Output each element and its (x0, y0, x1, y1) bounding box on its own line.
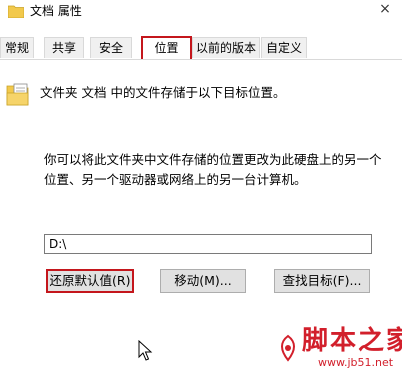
target-path-input[interactable] (44, 234, 372, 254)
location-info-text: 文件夹 文档 中的文件存储于以下目标位置。 (40, 85, 286, 100)
restore-default-button[interactable]: 还原默认值(R) (46, 269, 134, 293)
tab-previous-versions[interactable]: 以前的版本 (192, 37, 260, 58)
watermark-url: www.jb51.net (318, 356, 394, 369)
window-title: 文档 属性 (30, 4, 82, 18)
close-icon[interactable]: × (376, 0, 394, 18)
tab-general[interactable]: 常规 (0, 37, 34, 58)
tab-customize[interactable]: 自定义 (261, 37, 307, 58)
folder-document-icon (6, 83, 29, 106)
move-button[interactable]: 移动(M)... (160, 269, 246, 293)
tab-security[interactable]: 安全 (90, 37, 132, 58)
location-description: 你可以将此文件夹中文件存储的位置更改为此硬盘上的另一个 位置、另一个驱动器或网络… (44, 150, 384, 190)
tab-sharing[interactable]: 共享 (44, 37, 84, 58)
mouse-pointer-icon (138, 340, 153, 361)
find-target-button[interactable]: 查找目标(F)... (274, 269, 370, 293)
tab-strip: 常规 共享 安全 位置 以前的版本 自定义 (0, 36, 402, 60)
folder-icon (8, 5, 24, 18)
watermark-logo-icon (281, 334, 295, 362)
title-bar: 文档 属性 × (0, 0, 402, 34)
tab-location[interactable]: 位置 (141, 36, 192, 59)
description-line-1: 你可以将此文件夹中文件存储的位置更改为此硬盘上的另一个 (44, 152, 382, 167)
description-line-2: 位置、另一个驱动器或网络上的另一台计算机。 (44, 172, 307, 187)
watermark-brand: 脚本之家 (302, 326, 402, 356)
